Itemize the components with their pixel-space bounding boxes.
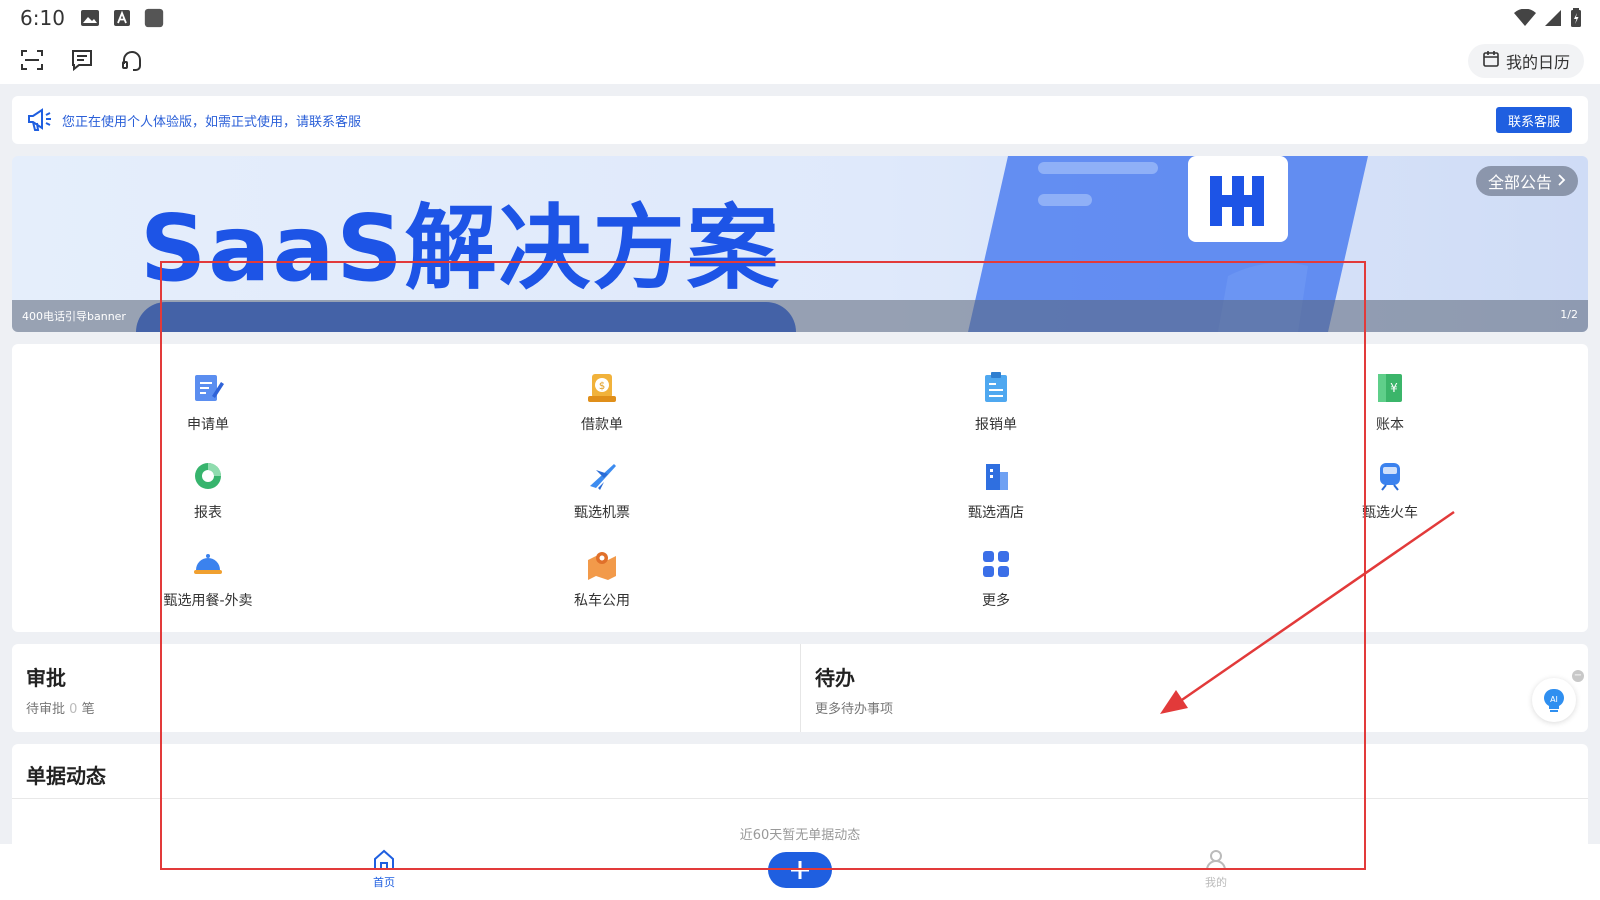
- todo-summary: 更多待办事项: [815, 702, 894, 717]
- my-calendar-label: 我的日历: [1505, 53, 1570, 72]
- approval-todo-card: 审批 待审批 0 笔 待办 更多待办事项 − AI: [12, 644, 1588, 732]
- quick-action-reimbursement-form[interactable]: 报销单: [936, 362, 1056, 442]
- user-icon: [1206, 850, 1226, 871]
- quick-action-train[interactable]: 甄选火车: [1330, 450, 1450, 530]
- scan-icon[interactable]: [18, 46, 46, 74]
- status-notification-icons: [80, 8, 164, 28]
- all-notices-button[interactable]: 全部公告: [1475, 166, 1578, 196]
- plus-icon: [791, 861, 809, 879]
- feed-title: 单据动态: [26, 764, 106, 788]
- banner-footer: 400电话引导banner 1/2: [12, 300, 1588, 332]
- reimburse-icon: [985, 372, 1007, 402]
- banner-caption: 400电话引导banner: [22, 310, 126, 323]
- toolbar-left-icons: [18, 46, 146, 74]
- quick-action-hotel[interactable]: 甄选酒店: [936, 450, 1056, 530]
- banner-headline: SaaS解决方案: [140, 195, 781, 302]
- quick-action-application-form[interactable]: 申请单: [148, 362, 268, 442]
- quick-action-flight[interactable]: 甄选机票: [542, 450, 662, 530]
- approval-suffix: 笔: [81, 702, 95, 717]
- grid-more-icon: [983, 551, 1009, 577]
- nav-home[interactable]: 首页: [344, 848, 424, 896]
- wifi-icon: [1514, 8, 1536, 31]
- close-icon[interactable]: −: [1572, 670, 1584, 682]
- megaphone-icon: [26, 106, 54, 134]
- svg-text:¥: ¥: [1390, 381, 1398, 395]
- chevron-right-icon: [1556, 172, 1566, 191]
- nav-mine[interactable]: 我的: [1176, 848, 1256, 896]
- approval-title: 审批: [26, 666, 66, 690]
- message-icon[interactable]: [68, 46, 96, 74]
- calendar-icon: [1482, 50, 1500, 72]
- ai-assistant-button[interactable]: AI: [1532, 678, 1576, 722]
- approval-prefix: 待审批: [26, 702, 66, 717]
- add-document-button[interactable]: [768, 852, 832, 888]
- feed-divider: [12, 798, 1588, 799]
- feed-empty-text: 近60天暂无单据动态: [739, 828, 861, 843]
- my-calendar-button[interactable]: 我的日历: [1467, 44, 1584, 78]
- quick-action-loan-form[interactable]: $ 借款单: [542, 362, 662, 442]
- document-feed: 单据动态 近60天暂无单据动态: [12, 744, 1588, 844]
- quick-action-meal-delivery[interactable]: 甄选用餐-外卖: [148, 538, 268, 618]
- todo-panel[interactable]: 待办 更多待办事项: [801, 644, 1588, 732]
- promo-banner[interactable]: SaaS解决方案 400电话引导banner 1/2 全部公告: [12, 156, 1588, 332]
- headset-icon[interactable]: [118, 46, 146, 74]
- contact-support-button[interactable]: 联系客服: [1495, 107, 1572, 133]
- quick-action-ledger[interactable]: ¥ 账本: [1330, 362, 1450, 442]
- home-icon: [374, 849, 394, 870]
- train-icon: [1380, 463, 1400, 491]
- hotel-icon: [986, 464, 1008, 490]
- signal-icon: [1544, 9, 1562, 31]
- approval-panel[interactable]: 审批 待审批 0 笔: [12, 644, 800, 732]
- quick-actions-grid: 申请单 $ 借款单 报销单 ¥ 账本 报表 甄选机票 甄选酒店 甄选火车 甄选用…: [12, 344, 1588, 632]
- banner-page-index: 1/2: [1560, 308, 1578, 321]
- loan-icon: $: [588, 374, 616, 402]
- top-toolbar: 我的日历: [0, 36, 1600, 84]
- svg-text:AI: AI: [1550, 695, 1558, 704]
- battery-icon: [1570, 8, 1582, 32]
- status-time: 6:10: [20, 6, 65, 30]
- all-notices-label: 全部公告: [1487, 173, 1552, 192]
- meal-icon: [194, 554, 222, 574]
- trial-notice-bar: 您正在使用个人体验版，如需正式使用，请联系客服 联系客服: [12, 96, 1588, 144]
- notice-text: 您正在使用个人体验版，如需正式使用，请联系客服: [62, 114, 362, 130]
- plane-icon: [590, 464, 616, 490]
- ai-bulb-icon: AI: [1544, 688, 1564, 712]
- approval-summary: 待审批 0 笔: [26, 698, 95, 717]
- car-map-icon: [588, 552, 616, 580]
- quick-action-report[interactable]: 报表: [148, 450, 268, 530]
- quick-action-private-car[interactable]: 私车公用: [542, 538, 662, 618]
- square-app-icon: [144, 8, 164, 28]
- nav-mine-label: 我的: [1205, 876, 1227, 889]
- report-icon: [195, 463, 221, 489]
- ledger-icon: ¥: [1378, 374, 1402, 402]
- approval-count: 0: [69, 702, 78, 717]
- image-icon: [80, 8, 100, 28]
- font-a-icon: [112, 8, 132, 28]
- todo-title: 待办: [815, 666, 855, 690]
- status-system-icons: [1514, 8, 1582, 32]
- nav-home-label: 首页: [373, 876, 395, 889]
- svg-text:$: $: [599, 381, 605, 392]
- form-edit-icon: [195, 375, 224, 401]
- quick-action-more[interactable]: 更多: [936, 538, 1056, 618]
- status-bar: 6:10: [0, 0, 1600, 36]
